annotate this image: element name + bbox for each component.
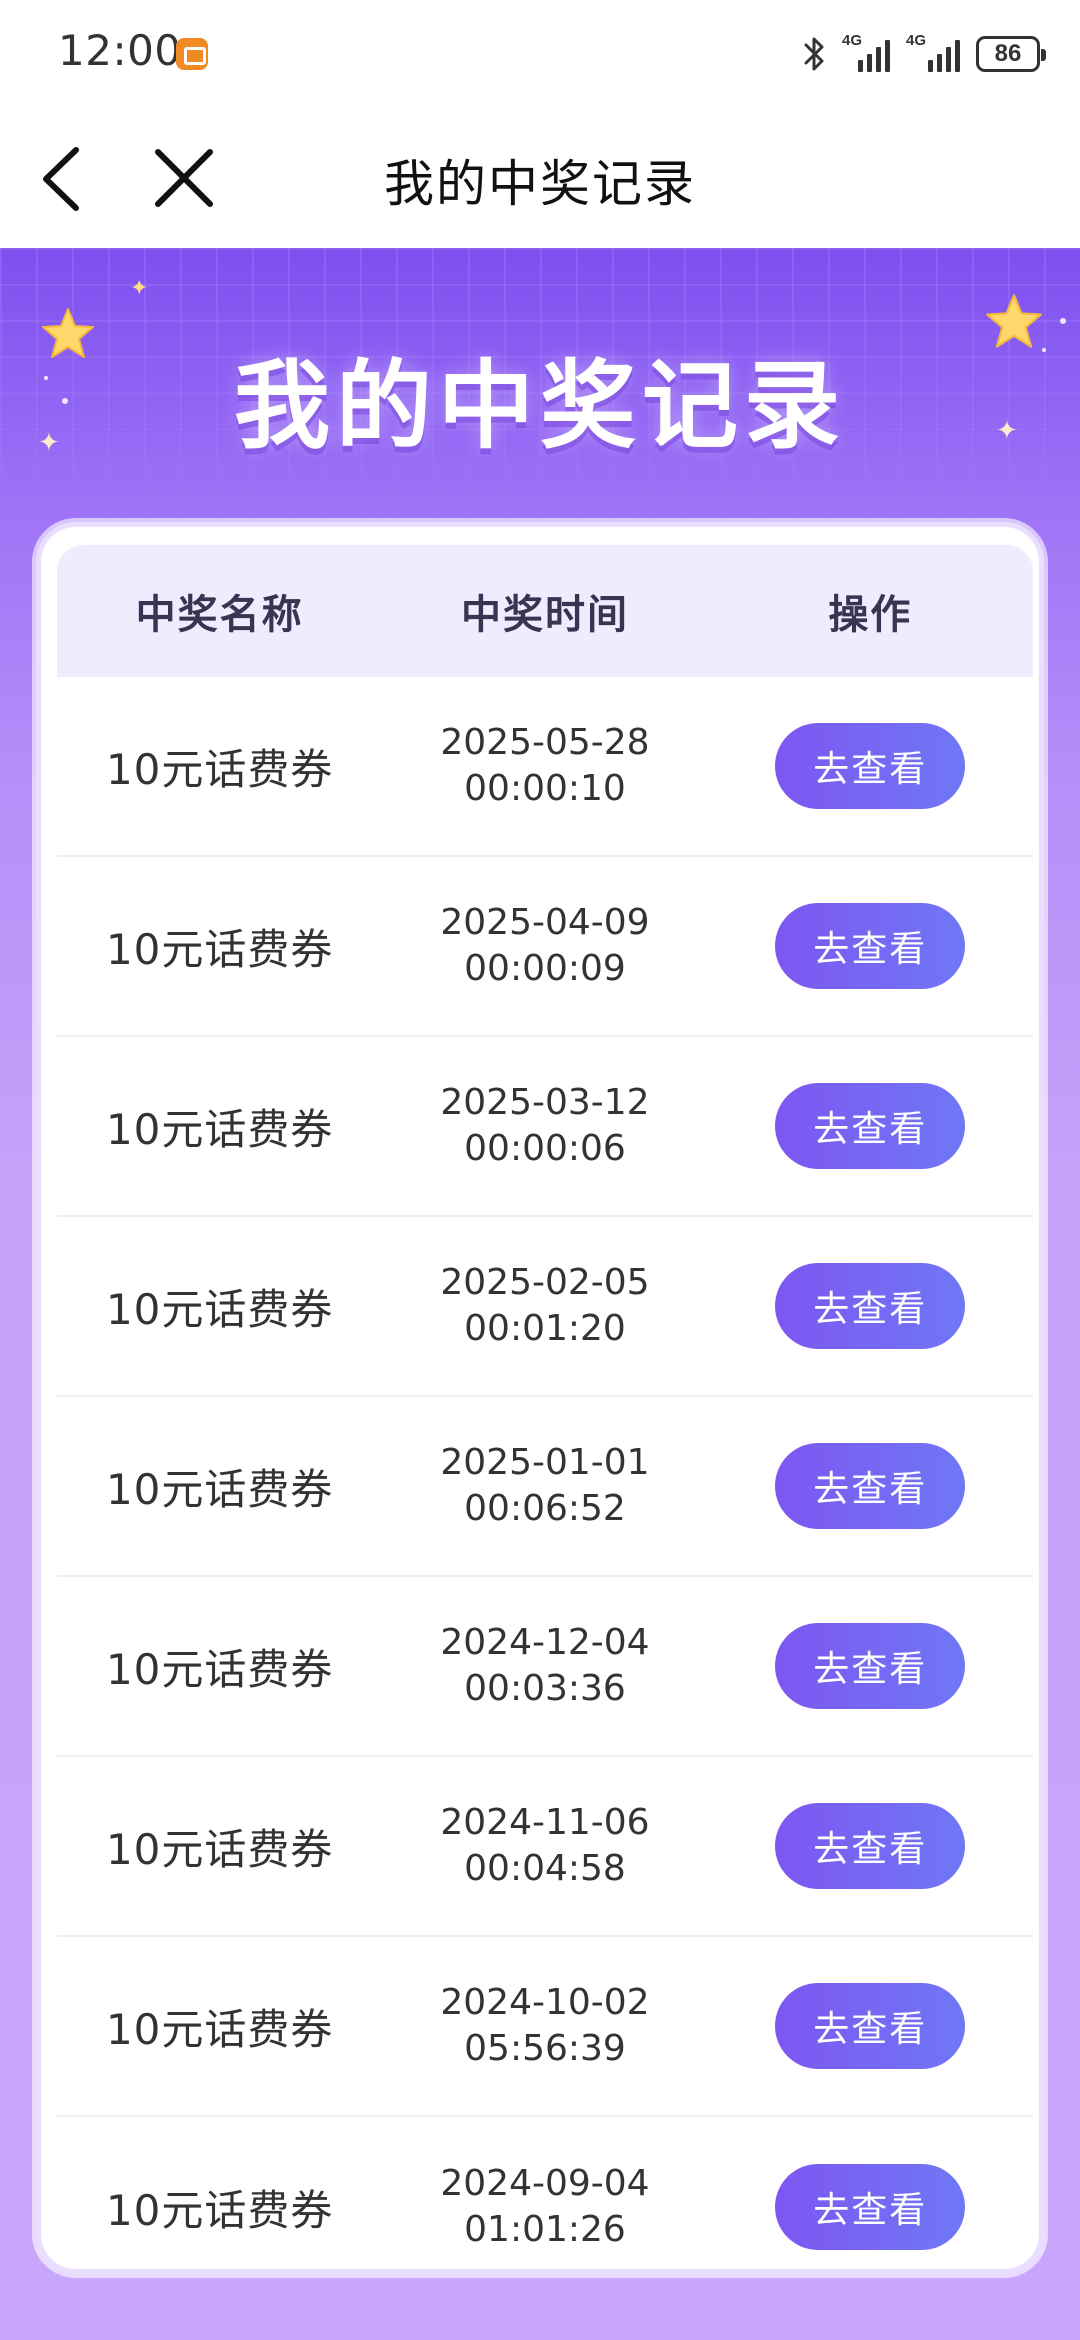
view-button[interactable]: 去查看 xyxy=(775,1443,966,1529)
network-type-label: 4G xyxy=(842,32,863,49)
prize-name: 10元话费券 xyxy=(105,1284,334,1334)
nav-bar: 我的中奖记录 xyxy=(0,108,1080,248)
table-row: 10元话费券 2024-09-04 01:01:26 去查看 xyxy=(57,2117,1033,2297)
prize-clock: 00:06:52 xyxy=(464,1488,626,1529)
prize-clock: 01:01:26 xyxy=(464,2209,626,2250)
prize-clock: 05:56:39 xyxy=(464,2028,626,2069)
prize-date: 2024-09-04 xyxy=(440,2163,650,2204)
prize-date: 2025-01-01 xyxy=(440,1442,650,1483)
page-title: 我的中奖记录 xyxy=(384,155,696,213)
table-row: 10元话费券 2025-03-12 00:00:06 去查看 xyxy=(57,1037,1033,1217)
prize-date: 2025-02-05 xyxy=(440,1262,650,1303)
signal-icon: 4G xyxy=(906,32,962,72)
prize-time: 2024-12-04 00:03:36 xyxy=(382,1620,707,1712)
table-row: 10元话费券 2025-02-05 00:01:20 去查看 xyxy=(57,1217,1033,1397)
prize-time: 2024-10-02 05:56:39 xyxy=(382,1980,707,2072)
sparkle-dot xyxy=(1060,318,1066,324)
prize-time: 2025-01-01 00:06:52 xyxy=(382,1440,707,1532)
table-header: 中奖名称 中奖时间 操作 xyxy=(57,545,1033,677)
prize-time: 2024-11-06 00:04:58 xyxy=(382,1800,707,1892)
header-action: 操作 xyxy=(828,592,913,638)
table-row: 10元话费券 2025-01-01 00:06:52 去查看 xyxy=(57,1397,1033,1577)
battery-level: 86 xyxy=(994,40,1022,67)
status-icons: 4G 4G 86 xyxy=(802,30,1046,78)
header-prize-name: 中奖名称 xyxy=(135,592,304,638)
status-time: 12:00 xyxy=(58,26,182,75)
bluetooth-icon xyxy=(802,34,828,74)
prize-clock: 00:00:09 xyxy=(464,948,626,989)
view-button[interactable]: 去查看 xyxy=(775,723,966,809)
battery-icon: 86 xyxy=(976,36,1046,72)
prize-name: 10元话费券 xyxy=(105,1644,334,1694)
prize-date: 2024-10-02 xyxy=(440,1982,650,2023)
prize-time: 2025-02-05 00:01:20 xyxy=(382,1260,707,1352)
prize-clock: 00:00:10 xyxy=(464,768,626,809)
table-row: 10元话费券 2024-12-04 00:03:36 去查看 xyxy=(57,1577,1033,1757)
prize-date: 2025-05-28 xyxy=(440,722,650,763)
app-notification-icon xyxy=(176,38,208,70)
prize-name: 10元话费券 xyxy=(105,924,334,974)
view-button[interactable]: 去查看 xyxy=(775,1983,966,2069)
signal-icon: 4G xyxy=(842,32,892,72)
prize-name: 10元话费券 xyxy=(105,2004,334,2054)
prize-clock: 00:03:36 xyxy=(464,1668,626,1709)
prize-date: 2025-03-12 xyxy=(440,1082,650,1123)
prize-time: 2024-09-04 01:01:26 xyxy=(382,2161,707,2253)
prize-name: 10元话费券 xyxy=(105,2185,334,2235)
status-bar: 12:00 4G 4G 86 xyxy=(0,0,1080,108)
hero-title: 我的中奖记录 xyxy=(234,350,846,462)
prize-time: 2025-05-28 00:00:10 xyxy=(382,720,707,812)
view-button[interactable]: 去查看 xyxy=(775,1803,966,1889)
prize-name: 10元话费券 xyxy=(105,1824,334,1874)
prize-date: 2024-11-06 xyxy=(440,1802,650,1843)
records-card: 中奖名称 中奖时间 操作 10元话费券 2025-05-28 00:00:10 … xyxy=(36,522,1044,2274)
sparkle-icon: ✦ xyxy=(130,276,149,301)
network-type-label: 4G xyxy=(906,32,927,49)
table-row: 10元话费券 2024-11-06 00:04:58 去查看 xyxy=(57,1757,1033,1937)
header-prize-time: 中奖时间 xyxy=(460,592,629,638)
table-row: 10元话费券 2025-04-09 00:00:09 去查看 xyxy=(57,857,1033,1037)
prize-date: 2025-04-09 xyxy=(440,902,650,943)
table-row: 10元话费券 2024-10-02 05:56:39 去查看 xyxy=(57,1937,1033,2117)
view-button[interactable]: 去查看 xyxy=(775,2164,966,2250)
view-button[interactable]: 去查看 xyxy=(775,1263,966,1349)
view-button[interactable]: 去查看 xyxy=(775,1083,966,1169)
view-button[interactable]: 去查看 xyxy=(775,1623,966,1709)
prize-time: 2025-04-09 00:00:09 xyxy=(382,900,707,992)
table-row: 10元话费券 2025-05-28 00:00:10 去查看 xyxy=(57,677,1033,857)
prize-time: 2025-03-12 00:00:06 xyxy=(382,1080,707,1172)
prize-clock: 00:01:20 xyxy=(464,1308,626,1349)
prize-clock: 00:04:58 xyxy=(464,1848,626,1889)
prize-name: 10元话费券 xyxy=(105,1104,334,1154)
view-button[interactable]: 去查看 xyxy=(775,903,966,989)
prize-name: 10元话费券 xyxy=(105,1464,334,1514)
prize-date: 2024-12-04 xyxy=(440,1622,650,1663)
records-list: 10元话费券 2025-05-28 00:00:10 去查看 10元话费券 20… xyxy=(57,677,1033,2297)
prize-clock: 00:00:06 xyxy=(464,1128,626,1169)
prize-name: 10元话费券 xyxy=(105,744,334,794)
